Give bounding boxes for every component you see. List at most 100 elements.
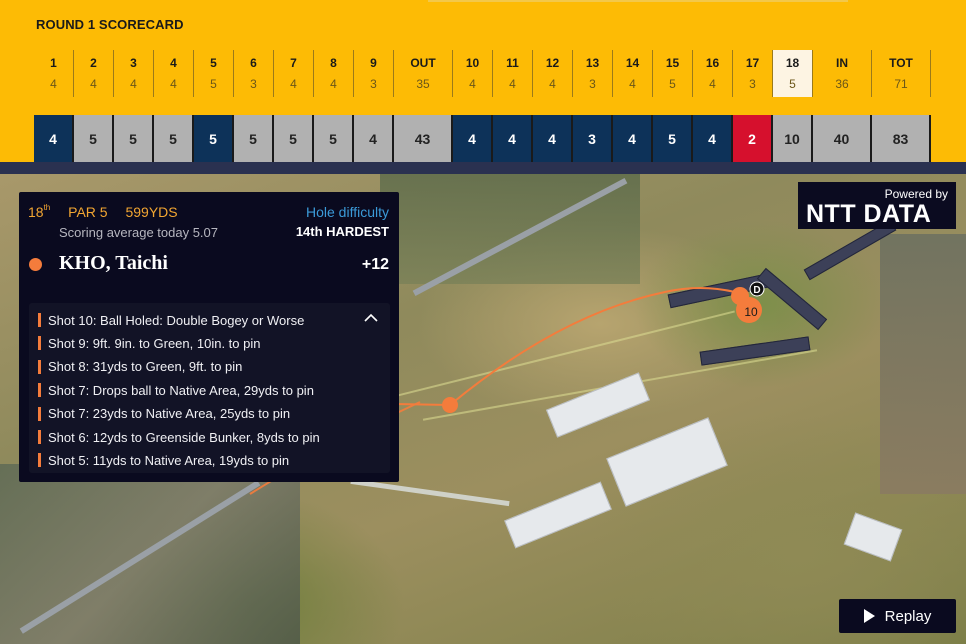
- hole-column-7[interactable]: 74: [274, 50, 314, 97]
- hole-number: IN: [836, 56, 848, 70]
- hole-par: 35: [416, 77, 430, 91]
- hole-column-15[interactable]: 15 5: [653, 50, 693, 97]
- ball-marker-label: 10: [744, 305, 758, 319]
- hole-number: 2: [90, 56, 97, 70]
- score-cell-11[interactable]: 4: [493, 115, 533, 162]
- hole-par: 5: [210, 77, 217, 91]
- hole-par: 3: [589, 77, 596, 91]
- shot-path-segment: [394, 403, 451, 406]
- hole-par: 4: [509, 77, 516, 91]
- hole-par: 4: [170, 77, 177, 91]
- score-cell-in[interactable]: 40: [813, 115, 872, 162]
- top-tab: [428, 0, 848, 2]
- score-cell-16[interactable]: 4: [693, 115, 733, 162]
- score-cell-13[interactable]: 3: [573, 115, 613, 162]
- hole-par: 4: [90, 77, 97, 91]
- hole-number: 13: [585, 56, 600, 70]
- shot-description: Shot 9: 9ft. 9in. to Green, 10in. to pin: [48, 335, 261, 351]
- hole-number: TOT: [889, 56, 913, 70]
- score-cell-2[interactable]: 5: [74, 115, 114, 162]
- hole-summary: 18th PAR 5 599YDS: [28, 203, 192, 220]
- shot-description: Shot 5: 11yds to Native Area, 19yds to p…: [48, 452, 290, 468]
- hole-number: 9: [370, 56, 377, 70]
- replay-label: Replay: [884, 607, 932, 625]
- score-cell-5[interactable]: 5: [194, 115, 234, 162]
- powered-by-text: Powered by: [884, 187, 948, 201]
- score-cell-3[interactable]: 5: [114, 115, 154, 162]
- hole-par: 4: [469, 77, 476, 91]
- score-cell-10[interactable]: 4: [453, 115, 493, 162]
- player-score: +12: [361, 256, 389, 273]
- shot-marker-bar: [38, 406, 41, 421]
- shot-description: Shot 10: Ball Holed: Double Bogey or Wor…: [48, 312, 305, 328]
- score-cell-8[interactable]: 5: [314, 115, 354, 162]
- hole-column-out[interactable]: OUT 35: [394, 50, 453, 97]
- score-cell-18[interactable]: 10: [773, 115, 813, 162]
- score-cell-4[interactable]: 5: [154, 115, 194, 162]
- hole-column-17[interactable]: 17 3: [733, 50, 773, 97]
- score-cell-tot[interactable]: 83: [872, 115, 931, 162]
- hole-number: 12: [545, 56, 560, 70]
- shot-item[interactable]: Shot 8: 31yds to Green, 9ft. to pin: [38, 357, 242, 377]
- shot-item[interactable]: Shot 9: 9ft. 9in. to Green, 10in. to pin: [38, 333, 260, 353]
- hole-column-9[interactable]: 93: [354, 50, 394, 97]
- score-cell-out[interactable]: 43: [394, 115, 453, 162]
- hole-column-5[interactable]: 55: [194, 50, 234, 97]
- hole-column-1[interactable]: 14: [34, 50, 74, 97]
- hole-par: PAR 5: [68, 204, 108, 220]
- hole-number: 18: [28, 204, 44, 220]
- hole-column-18[interactable]: 18 5: [773, 50, 813, 97]
- hole-column-in[interactable]: IN 36: [813, 50, 872, 97]
- hole-number: 5: [210, 56, 217, 70]
- shot-item[interactable]: Shot 10: Ball Holed: Double Bogey or Wor…: [38, 310, 304, 330]
- score-cell-1[interactable]: 4: [34, 115, 74, 162]
- hole-par: 36: [835, 77, 849, 91]
- hole-yards: 599YDS: [125, 204, 178, 220]
- hole-column-6[interactable]: 63: [234, 50, 274, 97]
- hole-number: 16: [705, 56, 720, 70]
- shot-item[interactable]: Shot 7: Drops ball to Native Area, 29yds…: [38, 380, 314, 400]
- shot-description: Shot 7: 23yds to Native Area, 25yds to p…: [48, 406, 291, 422]
- scorecard: ROUND 1 SCORECARD 1 4 2 4 3 4 4 4 5 5 6 3 7 4 8 4 9 3 OUT 3…: [0, 0, 966, 162]
- score-cell-7[interactable]: 5: [274, 115, 314, 162]
- player-name[interactable]: KHO, Taichi: [59, 252, 168, 275]
- chevron-up-icon[interactable]: [364, 311, 378, 325]
- shot-item[interactable]: Shot 7: 23yds to Native Area, 25yds to p…: [38, 404, 290, 424]
- hole-number: 1: [50, 56, 57, 70]
- hole-column-16[interactable]: 16 4: [693, 50, 733, 97]
- replay-button[interactable]: Replay: [839, 599, 956, 633]
- hole-par: 5: [789, 77, 796, 91]
- shot-list[interactable]: Shot 10: Ball Holed: Double Bogey or Wor…: [29, 303, 390, 473]
- hole-par: 4: [549, 77, 556, 91]
- score-cell-9[interactable]: 4: [354, 115, 394, 162]
- scoring-average: Scoring average today 5.07: [59, 225, 218, 240]
- score-row: 4 5 5 5 5 5 5 5 4 43 4 4 4 3 4 5 4 2 10 40 83: [34, 115, 931, 162]
- play-icon: [863, 609, 875, 623]
- hole-column-4[interactable]: 44: [154, 50, 194, 97]
- hole-number: 14: [625, 56, 640, 70]
- hole-column-8[interactable]: 84: [314, 50, 354, 97]
- hole-column-3[interactable]: 34: [114, 50, 154, 97]
- score-cell-14[interactable]: 4: [613, 115, 653, 162]
- hole-column-2[interactable]: 24: [74, 50, 114, 97]
- hole-info-panel: 18th PAR 5 599YDS Scoring average today …: [19, 192, 399, 482]
- hole-column-11[interactable]: 11 4: [493, 50, 533, 97]
- hole-column-13[interactable]: 13 3: [573, 50, 613, 97]
- score-cell-17[interactable]: 2: [733, 115, 773, 162]
- hole-par: 4: [330, 77, 337, 91]
- score-cell-15[interactable]: 5: [653, 115, 693, 162]
- hole-number: 8: [330, 56, 337, 70]
- hole-column-14[interactable]: 14 4: [613, 50, 653, 97]
- shot-marker-bar: [38, 313, 41, 327]
- hole-number: 15: [665, 56, 680, 70]
- score-cell-12[interactable]: 4: [533, 115, 573, 162]
- shot-item[interactable]: Shot 6: 12yds to Greenside Bunker, 8yds …: [38, 427, 320, 447]
- score-cell-6[interactable]: 5: [234, 115, 274, 162]
- hole-par: 4: [50, 77, 57, 91]
- hole-number: 4: [170, 56, 177, 70]
- hole-column-tot[interactable]: TOT 71: [872, 50, 931, 97]
- hole-column-12[interactable]: 12 4: [533, 50, 573, 97]
- shot-item[interactable]: Shot 5: 11yds to Native Area, 19yds to p…: [38, 450, 289, 470]
- hole-par: 3: [749, 77, 756, 91]
- hole-column-10[interactable]: 10 4: [453, 50, 493, 97]
